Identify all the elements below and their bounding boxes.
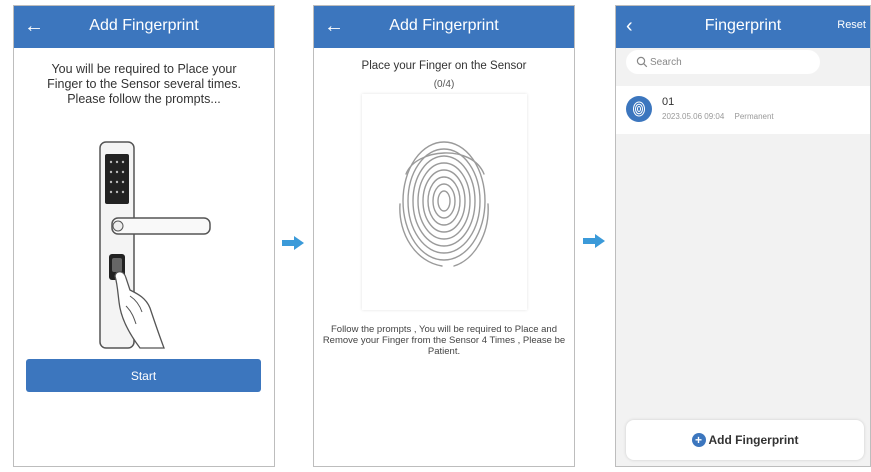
fingerprint-icon xyxy=(633,101,645,117)
search-placeholder: Search xyxy=(650,56,682,68)
fingerprint-list-item[interactable]: 01 2023.05.06 09:04 Permanent xyxy=(616,86,870,134)
page-title: Add Fingerprint xyxy=(89,17,199,34)
fingerprint-name: 01 xyxy=(662,96,675,108)
fingerprint-meta: 2023.05.06 09:04 Permanent xyxy=(662,112,774,121)
reset-button[interactable]: Reset xyxy=(837,19,866,31)
intro-text: You will be required to Place your Finge… xyxy=(47,62,241,106)
door-lock-illustration xyxy=(99,141,211,349)
start-button[interactable]: Start xyxy=(26,359,261,392)
app-bar: ‹ Fingerprint Reset xyxy=(616,6,870,48)
page-title: Fingerprint xyxy=(704,17,782,34)
screen-add-fingerprint-intro: ← Add Fingerprint You will be required t… xyxy=(13,5,275,467)
fingerprint-icon xyxy=(399,141,489,267)
right-arrow-icon xyxy=(282,236,304,250)
search-icon xyxy=(636,56,648,68)
page-title: Add Fingerprint xyxy=(389,17,499,34)
search-input[interactable]: Search xyxy=(626,50,820,74)
fingerprint-type: Permanent xyxy=(734,112,774,121)
screen-add-fingerprint-scan: ← Add Fingerprint Place your Finger on t… xyxy=(313,5,575,467)
fingerprint-date: 2023.05.06 09:04 xyxy=(662,112,725,121)
add-fingerprint-button[interactable]: + Add Fingerprint xyxy=(626,420,864,460)
app-bar: ← Add Fingerprint xyxy=(314,6,574,48)
plus-circle-icon: + xyxy=(691,433,706,447)
fingerprint-scan-panel xyxy=(362,94,527,310)
fingerprint-avatar xyxy=(626,96,652,122)
instruction-text: Place your Finger on the Sensor xyxy=(361,60,527,72)
app-bar: ← Add Fingerprint xyxy=(14,6,274,48)
follow-prompts-text: Follow the prompts , You will be require… xyxy=(322,324,566,357)
right-arrow-icon xyxy=(583,234,605,248)
scan-progress: (0/4) xyxy=(433,79,455,90)
add-fingerprint-label: Add Fingerprint xyxy=(708,433,799,447)
screen-fingerprint-list: ‹ Fingerprint Reset Search 01 2023.05.06… xyxy=(615,5,871,467)
